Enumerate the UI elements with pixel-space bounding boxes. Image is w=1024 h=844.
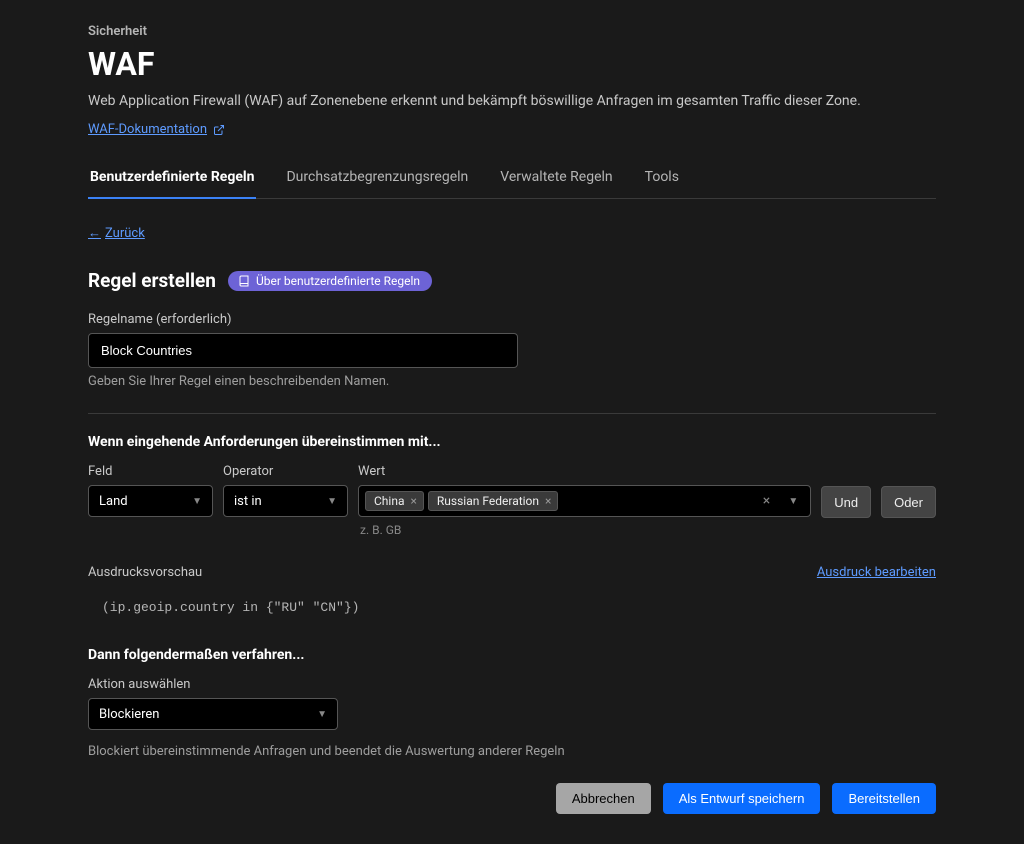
value-label: Wert [358,464,811,479]
book-icon [238,275,250,287]
value-tag: China × [365,491,424,511]
field-select-value: Land [99,494,128,509]
tab-tools[interactable]: Tools [643,159,681,199]
or-button[interactable]: Oder [881,486,936,518]
remove-tag-icon[interactable]: × [411,494,417,508]
action-select-value: Blockieren [99,707,159,722]
waf-doc-link-label: WAF-Dokumentation [88,122,207,137]
about-custom-rules-label: Über benutzerdefinierte Regeln [256,274,420,288]
field-select[interactable]: Land ▼ [88,485,213,517]
breadcrumb: Sicherheit [88,24,936,39]
action-helper: Blockiert übereinstimmende Anfragen und … [88,744,936,759]
expression-preview: (ip.geoip.country in {"RU" "CN"}) [88,590,936,625]
value-example: z. B. GB [360,523,811,537]
rule-name-input[interactable] [88,333,518,368]
divider [88,413,936,414]
clear-all-icon[interactable]: × [763,493,770,509]
operator-label: Operator [223,464,348,479]
condition-row: Feld Land ▼ Operator ist in ▼ Wert China… [88,464,936,537]
value-tag: Russian Federation × [428,491,559,511]
operator-select-value: ist in [234,494,262,509]
deploy-button[interactable]: Bereitstellen [832,783,936,814]
chevron-down-icon: ▼ [192,496,202,507]
cancel-button[interactable]: Abbrechen [556,783,651,814]
action-label: Aktion auswählen [88,677,936,692]
back-link[interactable]: Zurück [88,225,145,241]
chevron-down-icon: ▼ [327,496,337,507]
and-button[interactable]: Und [821,486,871,518]
expression-preview-label: Ausdrucksvorschau [88,565,202,580]
tab-custom-rules[interactable]: Benutzerdefinierte Regeln [88,159,256,199]
chevron-down-icon: ▼ [317,709,327,720]
tabs: Benutzerdefinierte Regeln Durchsatzbegre… [88,159,936,199]
match-heading: Wenn eingehende Anforderungen übereinsti… [88,434,936,450]
edit-expression-link[interactable]: Ausdruck bearbeiten [817,565,936,580]
page-description: Web Application Firewall (WAF) auf Zonen… [88,91,936,112]
remove-tag-icon[interactable]: × [545,494,551,508]
value-tags-input[interactable]: China × Russian Federation × × ▼ [358,485,811,517]
page-title: WAF [88,45,936,83]
save-draft-button[interactable]: Als Entwurf speichern [663,783,821,814]
chevron-down-icon: ▼ [788,496,798,507]
create-rule-title: Regel erstellen [88,269,216,292]
field-label: Feld [88,464,213,479]
then-heading: Dann folgendermaßen verfahren... [88,647,936,663]
external-link-icon [213,124,225,136]
tab-rate-limiting[interactable]: Durchsatzbegrenzungsregeln [284,159,470,199]
operator-select[interactable]: ist in ▼ [223,485,348,517]
value-tag-label: China [374,494,405,508]
waf-doc-link[interactable]: WAF-Dokumentation [88,122,225,137]
rule-name-label: Regelname (erforderlich) [88,312,936,327]
action-select[interactable]: Blockieren ▼ [88,698,338,730]
tab-managed-rules[interactable]: Verwaltete Regeln [498,159,614,199]
about-custom-rules-pill[interactable]: Über benutzerdefinierte Regeln [228,271,432,291]
value-tag-label: Russian Federation [437,494,539,508]
rule-name-helper: Geben Sie Ihrer Regel einen beschreibend… [88,374,936,389]
